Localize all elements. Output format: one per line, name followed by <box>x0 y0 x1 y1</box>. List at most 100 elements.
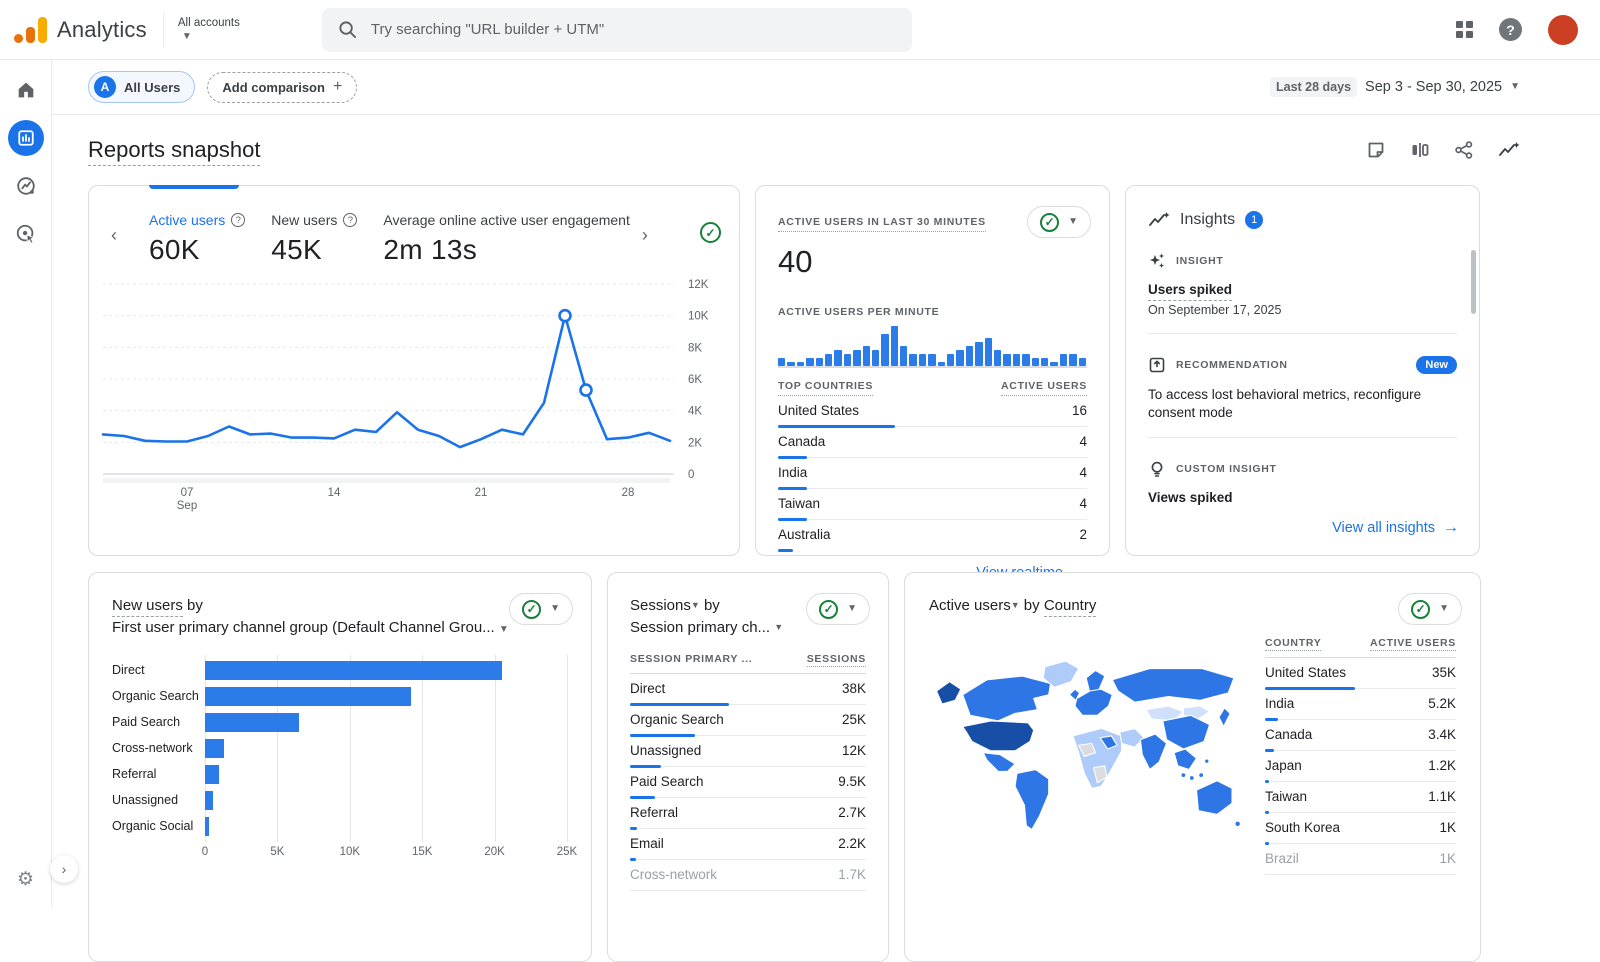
country-row[interactable]: India 4 <box>778 458 1087 489</box>
country-row[interactable]: United States 16 <box>778 396 1087 427</box>
recommendation-text: To access lost behavioral metrics, recon… <box>1148 386 1457 421</box>
table-row[interactable]: Direct 38K <box>630 674 866 705</box>
map-region-indonesia[interactable] <box>1199 772 1204 777</box>
dimension-selector[interactable]: Session primary ch... ▼ <box>630 619 783 636</box>
map-region-alaska[interactable] <box>936 681 960 703</box>
table-row[interactable]: Organic Search 25K <box>630 705 866 736</box>
minute-bar <box>797 362 804 366</box>
column-header[interactable]: SESSION PRIMARY ... <box>630 653 752 667</box>
map-region-southeast-asia[interactable] <box>1174 749 1196 770</box>
sidebar-item-advertising[interactable] <box>8 216 44 252</box>
apps-grid-icon[interactable] <box>1456 21 1473 38</box>
help-circle-icon[interactable]: ? <box>231 213 245 227</box>
insights-sparkline-icon[interactable] <box>1498 140 1520 160</box>
per-minute-bar-chart <box>778 326 1087 368</box>
metric-active-users[interactable]: Active users ? 60K <box>149 212 245 266</box>
table-row[interactable]: Email 2.2K <box>630 829 866 860</box>
metric-selector[interactable]: Sessions▼ <box>630 597 700 614</box>
map-region-new-zealand[interactable] <box>1235 821 1241 827</box>
table-row[interactable]: India 5.2K <box>1265 689 1456 720</box>
search-icon <box>338 20 357 39</box>
bar-row[interactable]: Referral <box>112 765 567 784</box>
table-row[interactable]: Japan 1.2K <box>1265 751 1456 782</box>
scrollbar-thumb[interactable] <box>1471 250 1476 314</box>
map-region-mexico[interactable] <box>983 752 1015 771</box>
cards-row-1: ‹ Active users ? 60K New users ? 45K <box>52 185 1600 556</box>
help-circle-icon[interactable]: ? <box>343 213 357 227</box>
dimension-selector[interactable]: Country <box>1044 597 1097 617</box>
country-row[interactable]: Taiwan 4 <box>778 489 1087 520</box>
dimension-selector[interactable]: First user primary channel group (Defaul… <box>112 619 509 636</box>
data-quality-icon[interactable]: ✓ <box>700 222 721 243</box>
settings-gear-icon[interactable]: ⚙ <box>17 868 34 891</box>
date-range-picker[interactable]: Last 28 days Sep 3 - Sep 30, 2025 ▼ <box>1270 77 1520 97</box>
country-row[interactable]: Canada 4 <box>778 427 1087 458</box>
bar-row[interactable]: Paid Search <box>112 713 567 732</box>
date-range-preset: Last 28 days <box>1270 77 1357 97</box>
table-row[interactable]: Brazil 1K <box>1265 844 1456 875</box>
table-row[interactable]: United States 35K <box>1265 658 1456 689</box>
table-row[interactable]: Paid Search 9.5K <box>630 767 866 798</box>
table-row[interactable]: Canada 3.4K <box>1265 720 1456 751</box>
map-region-australia[interactable] <box>1196 781 1232 815</box>
column-header[interactable]: ACTIVE USERS <box>1370 637 1456 651</box>
map-region-united-states[interactable] <box>963 721 1034 751</box>
bar-row[interactable]: Unassigned <box>112 791 567 810</box>
bar-row[interactable]: Organic Search <box>112 687 567 706</box>
all-users-segment-chip[interactable]: A All Users <box>88 71 195 103</box>
data-quality-dropdown[interactable]: ✓ ▼ <box>806 593 870 625</box>
new-users-by-channel-card: ✓ ▼ New users by First user primary chan… <box>88 572 592 962</box>
recommendation-item[interactable]: RECOMMENDATION New To access lost behavi… <box>1148 356 1457 438</box>
insight-item[interactable]: INSIGHT Users spiked On September 17, 20… <box>1148 252 1457 334</box>
map-region-philippines[interactable] <box>1205 759 1209 763</box>
lightbulb-icon <box>1148 460 1166 478</box>
help-icon[interactable]: ? <box>1499 18 1522 41</box>
column-header[interactable]: COUNTRY <box>1265 637 1321 651</box>
search-input[interactable] <box>371 21 896 38</box>
feedback-note-icon[interactable] <box>1366 140 1386 160</box>
avatar[interactable] <box>1548 15 1578 45</box>
metrics-prev-button[interactable]: ‹ <box>105 212 123 258</box>
custom-insight-item[interactable]: CUSTOM INSIGHT Views spiked <box>1148 460 1457 505</box>
table-row[interactable]: Referral 2.7K <box>630 798 866 829</box>
map-region-japan[interactable] <box>1219 708 1230 727</box>
ab-comparison-icon[interactable] <box>1410 140 1430 160</box>
map-region-europe[interactable] <box>1075 689 1112 715</box>
realtime-card: ✓ ▼ ACTIVE USERS IN LAST 30 MINUTES 40 A… <box>755 185 1110 556</box>
metric-engagement[interactable]: Average online active user engagement 2m… <box>383 212 629 266</box>
metric-selector[interactable]: Active users▼ <box>929 597 1020 614</box>
bar-row[interactable]: Organic Social <box>112 817 567 836</box>
sidebar-item-home[interactable] <box>8 72 44 108</box>
column-header[interactable]: SESSIONS <box>807 653 866 667</box>
sidebar-item-explore[interactable] <box>8 168 44 204</box>
share-icon[interactable] <box>1454 140 1474 160</box>
bar-row[interactable]: Cross-network <box>112 739 567 758</box>
map-region-indonesia[interactable] <box>1181 772 1186 777</box>
account-switcher[interactable]: All accounts ▼ <box>178 17 240 42</box>
view-all-insights-link[interactable]: View all insights→ <box>1332 519 1459 537</box>
table-row[interactable]: Unassigned 12K <box>630 736 866 767</box>
data-quality-dropdown[interactable]: ✓ ▼ <box>1398 593 1462 625</box>
map-region-china[interactable] <box>1163 715 1210 749</box>
insights-card: Insights 1 INSIGHT Users spiked On Septe… <box>1125 185 1480 556</box>
metrics-next-button[interactable]: › <box>636 212 654 258</box>
map-region-south-america[interactable] <box>1015 769 1049 829</box>
sidebar-item-reports[interactable] <box>8 120 44 156</box>
map-region-canada[interactable] <box>963 676 1051 721</box>
table-row[interactable]: Cross-network 1.7K <box>630 860 866 891</box>
metric-new-users[interactable]: New users ? 45K <box>271 212 357 266</box>
table-row[interactable]: South Korea 1K <box>1265 813 1456 844</box>
map-region-russia[interactable] <box>1112 668 1234 702</box>
table-row[interactable]: Taiwan 1.1K <box>1265 782 1456 813</box>
add-comparison-button[interactable]: Add comparison + <box>207 72 357 103</box>
sidebar-expand-button[interactable]: › <box>50 855 78 883</box>
country-row[interactable]: Australia 2 <box>778 520 1087 550</box>
search-bar[interactable] <box>322 8 912 52</box>
svg-text:07: 07 <box>181 487 194 499</box>
data-quality-dropdown[interactable]: ✓ ▼ <box>1027 206 1091 238</box>
data-quality-dropdown[interactable]: ✓ ▼ <box>509 593 573 625</box>
map-region-india[interactable] <box>1140 734 1166 770</box>
top-bar: Analytics All accounts ▼ ? <box>0 0 1600 60</box>
bar-row[interactable]: Direct <box>112 661 567 680</box>
map-region-indonesia[interactable] <box>1189 775 1194 780</box>
